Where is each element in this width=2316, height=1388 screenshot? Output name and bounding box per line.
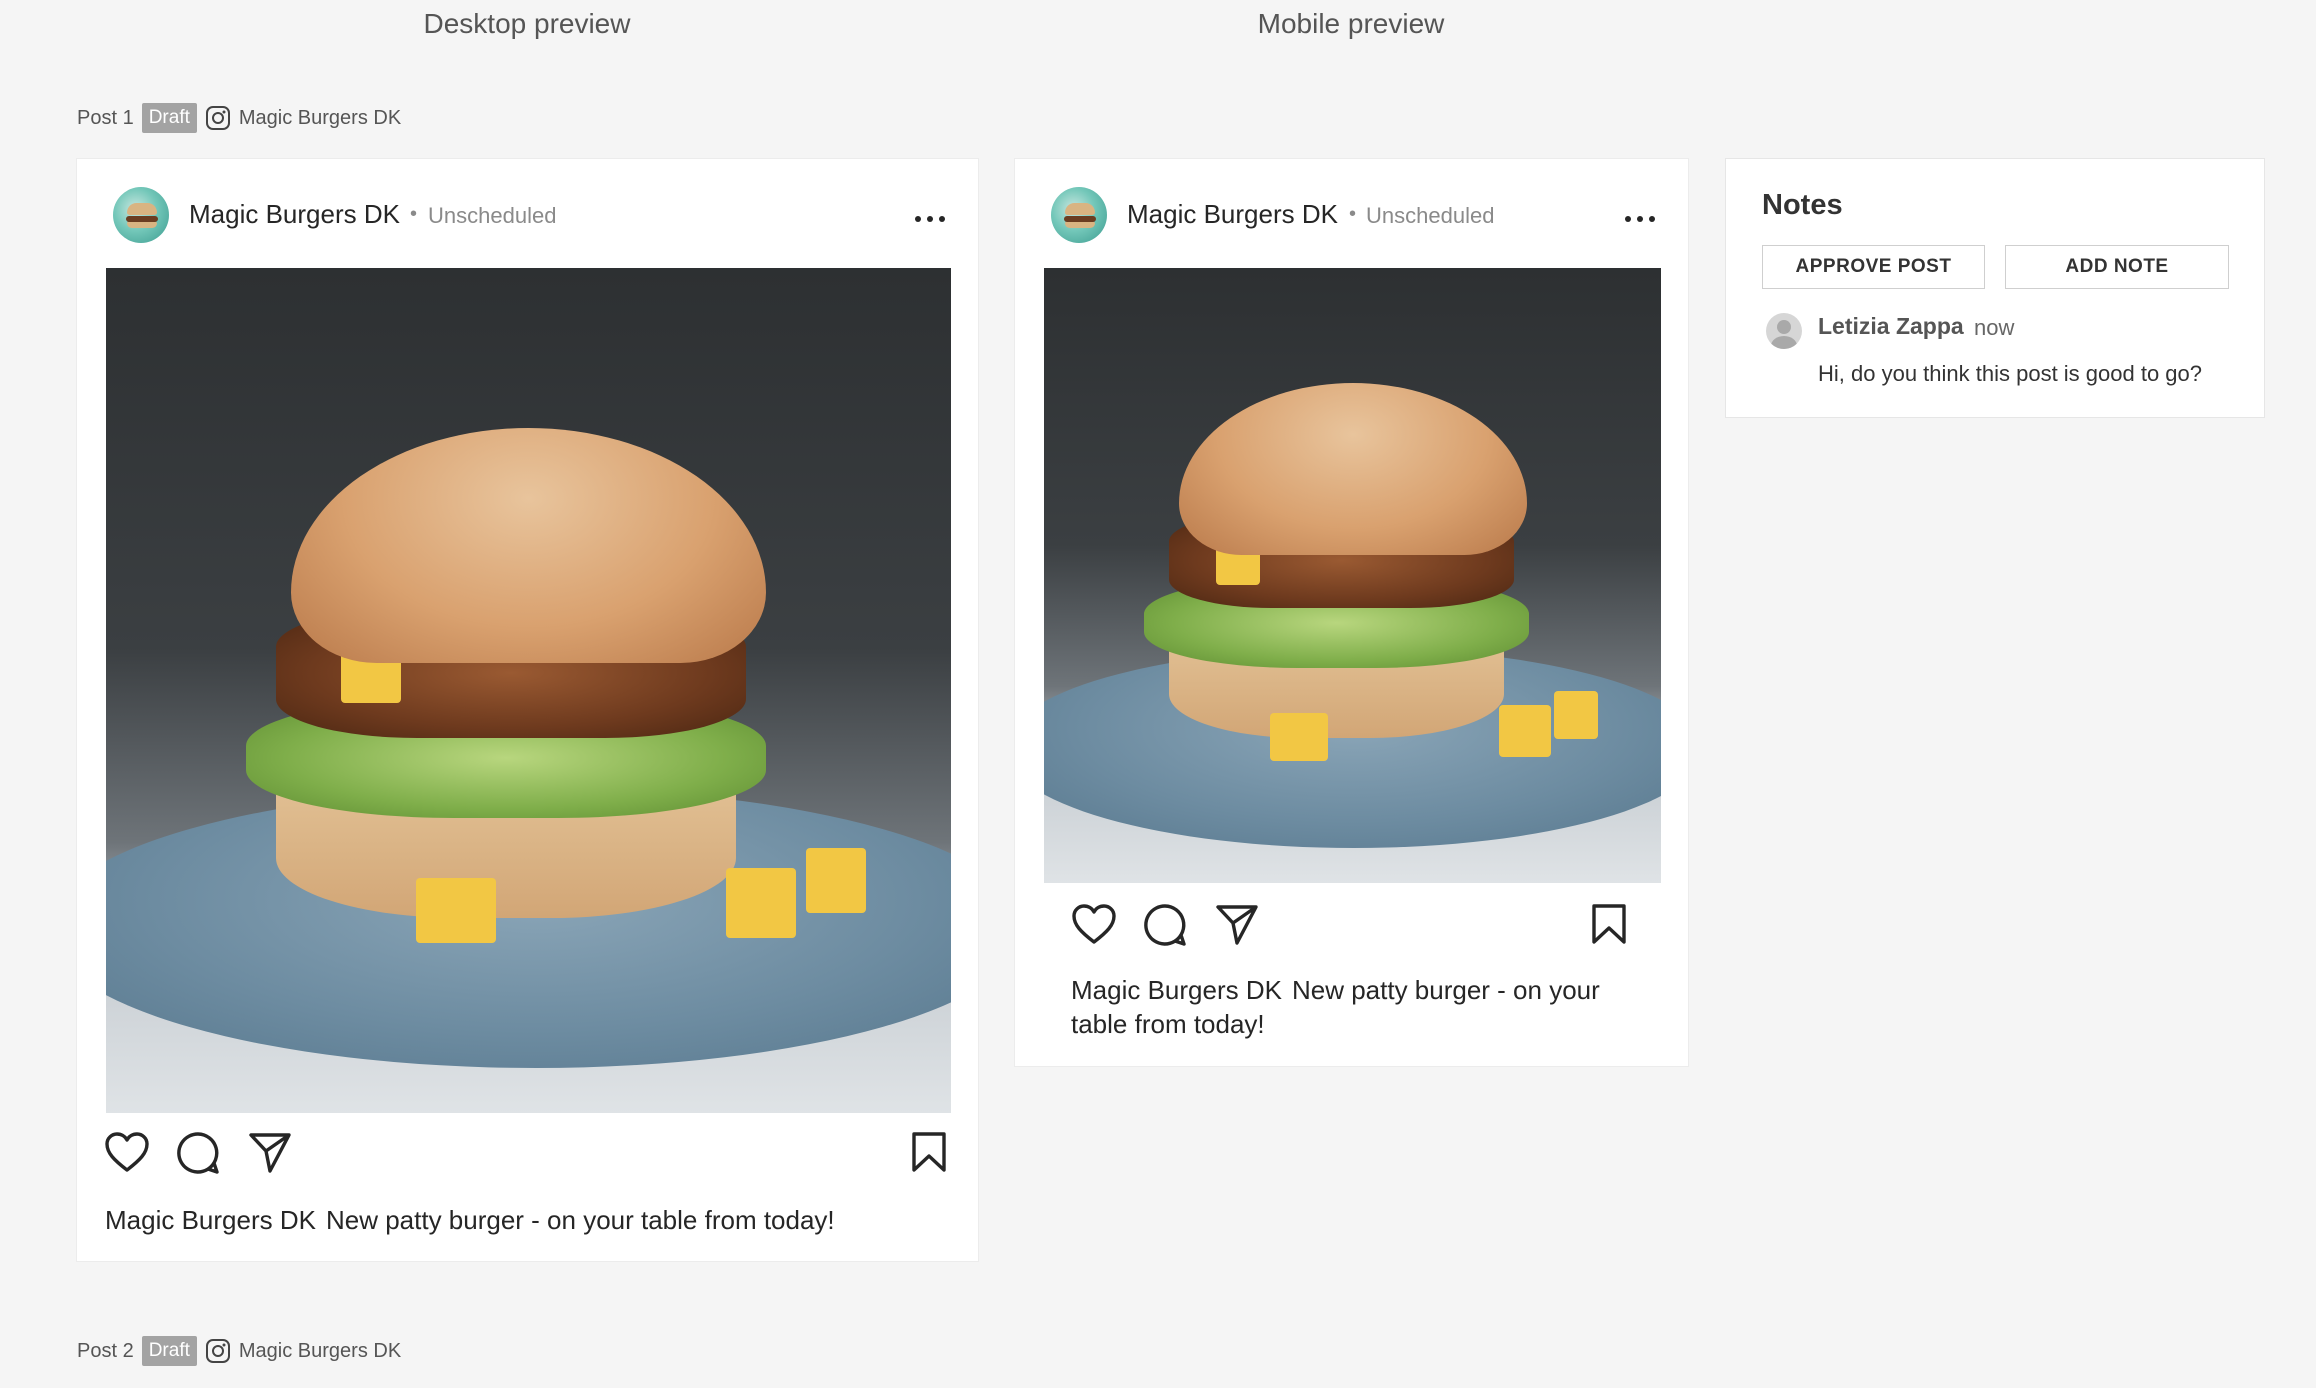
mobile-preview-heading: Mobile preview xyxy=(1257,8,1445,39)
approve-post-button[interactable]: APPROVE POST xyxy=(1762,245,1985,289)
post-image xyxy=(106,268,951,1113)
comment-icon[interactable] xyxy=(176,1131,220,1180)
like-icon[interactable] xyxy=(1071,903,1117,950)
post-account-name: Magic Burgers DK xyxy=(238,106,402,129)
notes-panel: Notes APPROVE POST ADD NOTE Letizia Zapp… xyxy=(1725,158,2265,418)
caption-text-line-2: table from today! xyxy=(1071,1009,1265,1039)
instagram-icon xyxy=(205,1338,231,1364)
more-options-icon[interactable] xyxy=(915,216,945,222)
caption-account-name[interactable]: Magic Burgers DK xyxy=(105,1205,316,1235)
account-name[interactable]: Magic Burgers DK xyxy=(1127,199,1338,230)
bookmark-icon[interactable] xyxy=(1591,903,1627,950)
avatar xyxy=(113,187,169,243)
post-label: Post 2 xyxy=(77,1339,134,1362)
notes-title: Notes xyxy=(1762,189,1843,221)
share-icon[interactable] xyxy=(1215,903,1259,952)
separator-dot: • xyxy=(1349,203,1357,225)
status-badge: Draft xyxy=(141,1336,197,1366)
post-image xyxy=(1044,268,1661,883)
desktop-preview-card: Magic Burgers DK • Unscheduled Magic Bur… xyxy=(76,158,979,1262)
caption-text: New patty burger - on your table from to… xyxy=(325,1205,835,1235)
add-note-button[interactable]: ADD NOTE xyxy=(2005,245,2229,289)
schedule-status: Unscheduled xyxy=(1366,203,1495,228)
post-caption: Magic Burgers DK New patty burger - on yo… xyxy=(1071,973,1671,1041)
desktop-preview-heading: Desktop preview xyxy=(423,8,631,39)
schedule-status: Unscheduled xyxy=(428,203,557,228)
comment-icon[interactable] xyxy=(1143,903,1187,952)
note-author: Letizia Zappa xyxy=(1818,313,1964,339)
more-options-icon[interactable] xyxy=(1625,216,1655,222)
mobile-preview-card: Magic Burgers DK • Unscheduled Magic Bur… xyxy=(1014,158,1689,1067)
post-label: Post 1 xyxy=(77,106,134,129)
instagram-icon xyxy=(205,105,231,131)
note-timestamp: now xyxy=(1974,315,2015,340)
status-badge: Draft xyxy=(141,103,197,133)
separator-dot: • xyxy=(410,203,418,225)
share-icon[interactable] xyxy=(248,1131,292,1180)
note-text: Hi, do you think this post is good to go… xyxy=(1818,361,2203,386)
like-icon[interactable] xyxy=(104,1131,150,1178)
post-meta-row: Post 1 Draft Magic Burgers DK xyxy=(77,100,401,136)
account-name[interactable]: Magic Burgers DK xyxy=(189,199,400,230)
caption-text-line-1: New patty burger - on your xyxy=(1291,975,1600,1005)
avatar xyxy=(1051,187,1107,243)
caption-account-name[interactable]: Magic Burgers DK xyxy=(1071,975,1282,1005)
post-meta-row: Post 2 Draft Magic Burgers DK xyxy=(77,1333,401,1369)
bookmark-icon[interactable] xyxy=(911,1131,947,1178)
post-account-name: Magic Burgers DK xyxy=(238,1339,402,1362)
note-author-avatar xyxy=(1766,313,1802,349)
post-caption: Magic Burgers DK New patty burger - on yo… xyxy=(105,1203,965,1237)
